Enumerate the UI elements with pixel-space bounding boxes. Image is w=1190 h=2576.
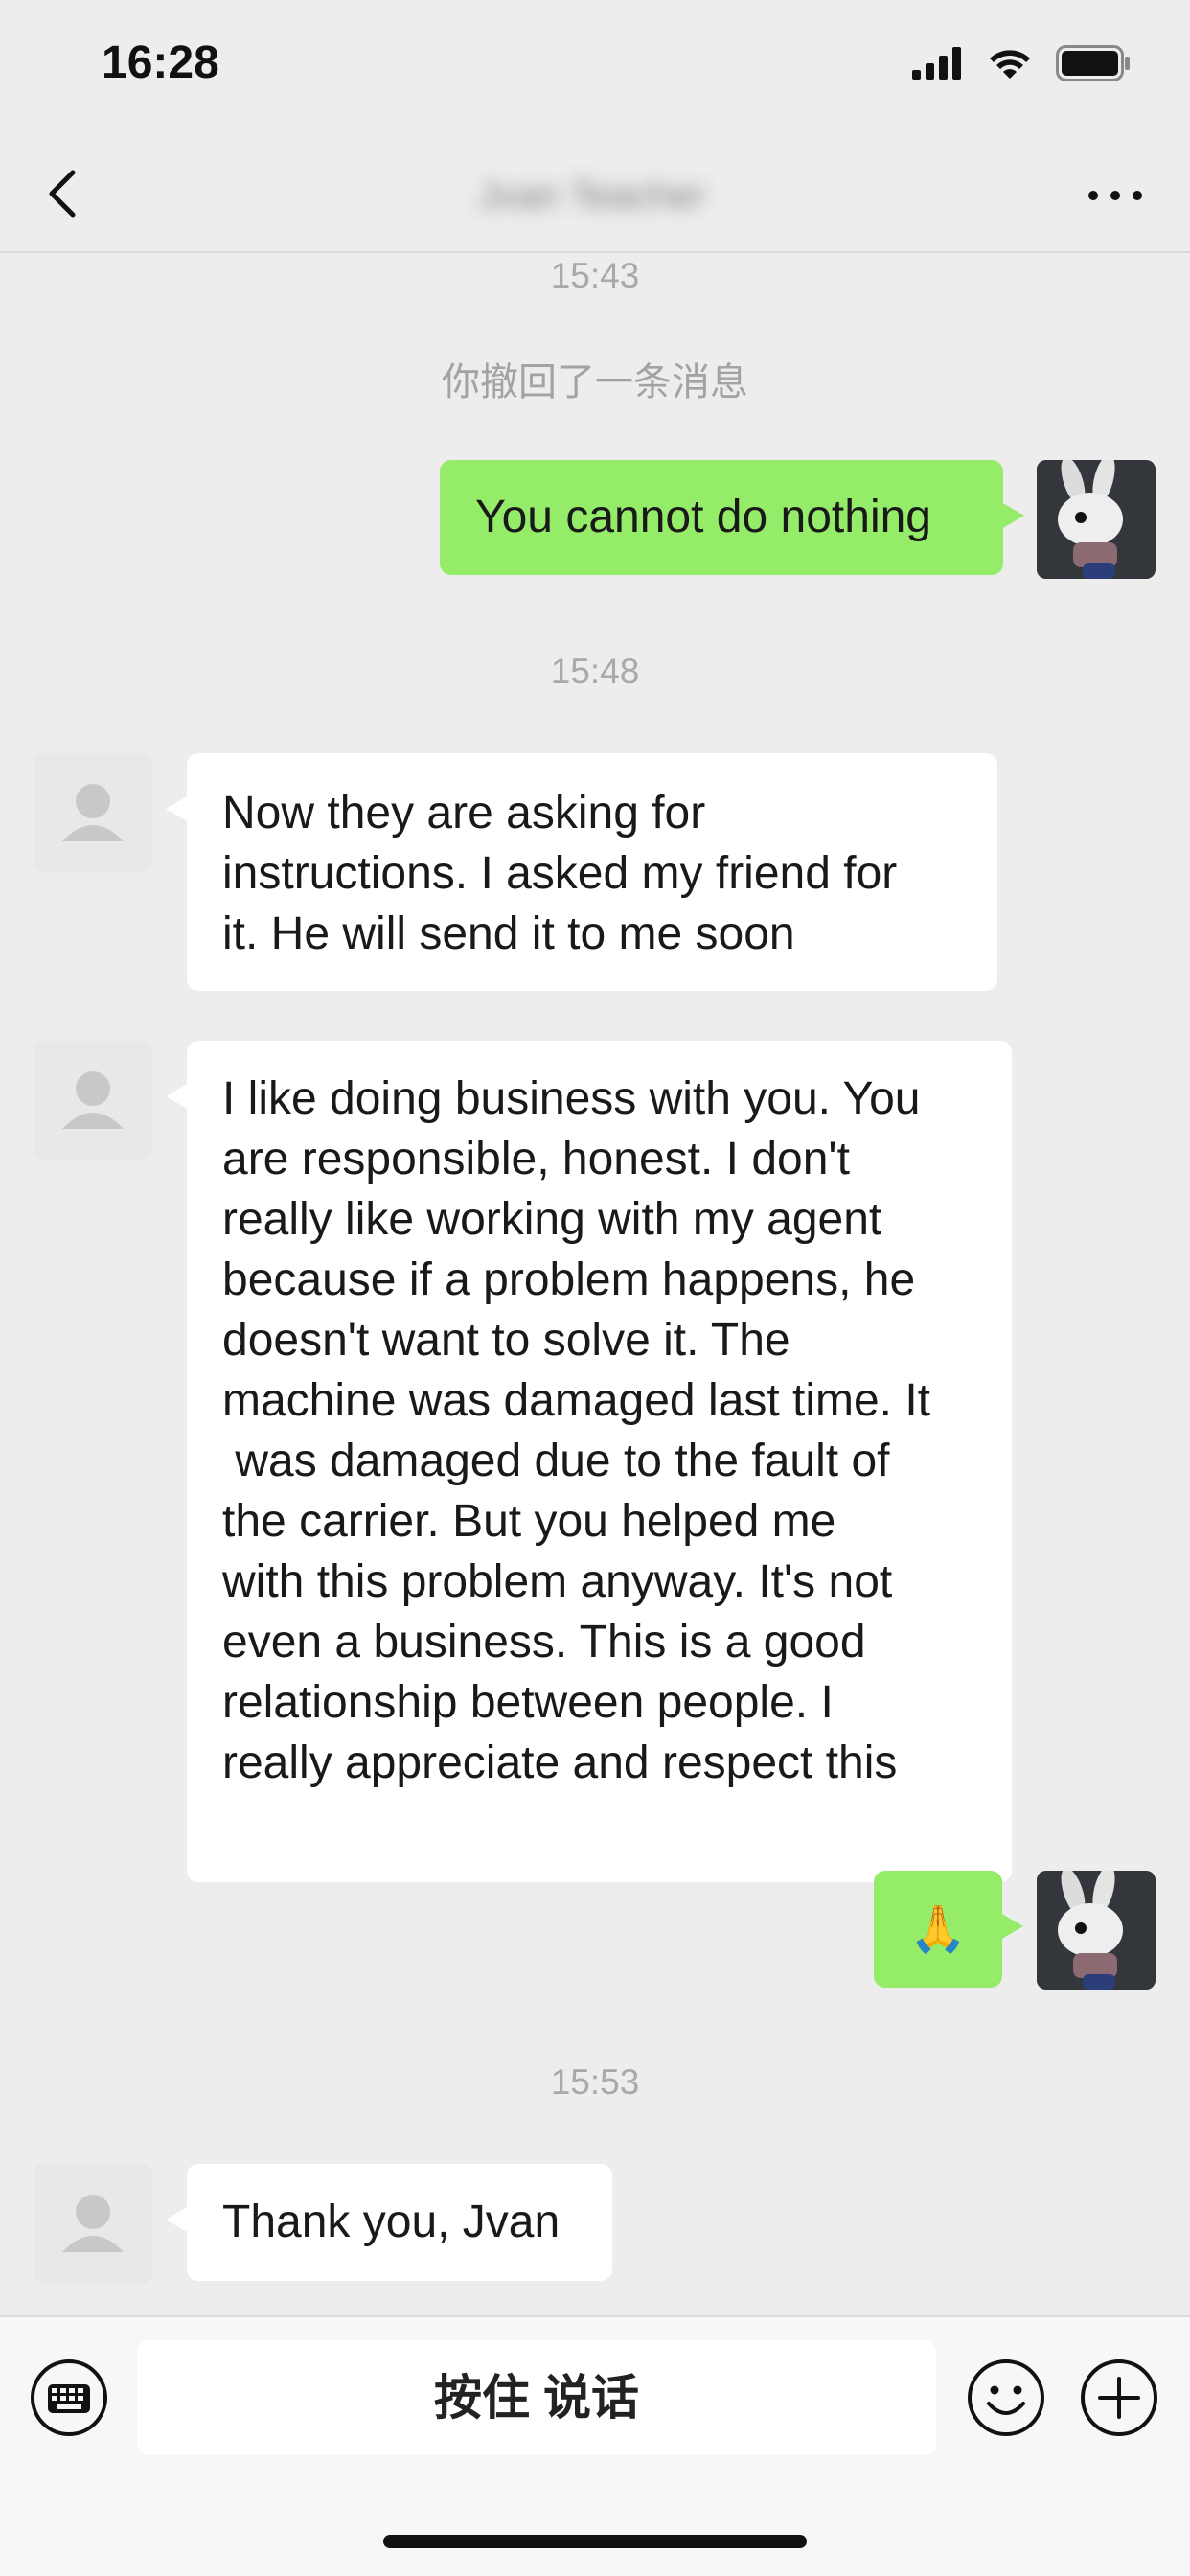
folded-hands-emoji: 🙏 xyxy=(909,1902,967,1956)
message-bubble-received[interactable]: I like doing business with you. You are … xyxy=(166,1041,1012,1882)
default-user-icon xyxy=(34,753,152,872)
emoji-icon xyxy=(968,2359,1044,2436)
message-line: the carrier. But you helped me xyxy=(222,1496,836,1547)
message-line: I like doing business with you. You xyxy=(222,1073,921,1124)
emoji-button[interactable] xyxy=(966,2358,1046,2438)
message-line: machine was damaged last time. It xyxy=(222,1375,931,1426)
message-bubble-sent[interactable]: 🙏 xyxy=(874,1871,1023,1988)
avatar-self[interactable] xyxy=(1037,1871,1156,1990)
chat-area[interactable]: 15:43 你撤回了一条消息 You cannot do nothing 15:… xyxy=(0,253,1190,2315)
avatar-contact[interactable] xyxy=(34,2164,152,2283)
message-bubble-received[interactable]: Now they are asking for instructions. I … xyxy=(166,753,997,991)
chevron-left-icon xyxy=(49,170,76,218)
avatar-contact[interactable] xyxy=(34,1041,152,1160)
message-line: doesn't want to solve it. The xyxy=(222,1315,790,1366)
add-button[interactable] xyxy=(1079,2358,1159,2438)
home-indicator xyxy=(383,2535,807,2548)
message-text: You cannot do nothing xyxy=(475,492,931,542)
signal-icon xyxy=(912,47,961,80)
message-line: instructions. I asked my friend for xyxy=(222,848,898,899)
default-user-icon xyxy=(34,2164,152,2283)
keyboard-toggle-button[interactable] xyxy=(29,2358,109,2438)
status-icons xyxy=(912,42,1131,84)
message-line: was damaged due to the fault of xyxy=(222,1436,890,1486)
message-line: relationship between people. I xyxy=(222,1677,834,1728)
more-dots-icon xyxy=(1088,191,1142,200)
message-bubble-sent[interactable]: You cannot do nothing xyxy=(440,460,1024,575)
message-line: really like working with my agent xyxy=(222,1194,882,1245)
message-line: are responsible, honest. I don't xyxy=(222,1134,850,1184)
timestamp: 15:48 xyxy=(550,652,640,691)
timestamp: 15:43 xyxy=(550,256,640,295)
plus-icon xyxy=(1081,2359,1157,2436)
default-user-icon xyxy=(34,1041,152,1160)
message-bubble-received[interactable]: Thank you, Jvan xyxy=(166,2164,612,2281)
recalled-message-notice: 你撤回了一条消息 xyxy=(442,361,748,403)
message-line: Now they are asking for xyxy=(222,788,706,839)
nav-bar: Jvan Teacher xyxy=(0,134,1190,253)
message-line: because if a problem happens, he xyxy=(222,1254,916,1305)
hold-to-talk-button[interactable]: 按住 说话 xyxy=(137,2340,936,2455)
back-button[interactable] xyxy=(34,159,92,228)
rabbit-avatar-icon xyxy=(1037,460,1156,579)
rabbit-avatar-icon xyxy=(1037,1871,1156,1990)
avatar-self[interactable] xyxy=(1037,460,1156,579)
wifi-icon xyxy=(990,50,1030,79)
message-text: Thank you, Jvan xyxy=(222,2196,561,2247)
keyboard-icon xyxy=(31,2359,107,2436)
message-line: even a business. This is a good xyxy=(222,1617,866,1668)
message-line: with this problem anyway. It's not xyxy=(222,1556,893,1607)
avatar-contact[interactable] xyxy=(34,753,152,872)
battery-icon xyxy=(1056,45,1130,81)
status-time: 16:28 xyxy=(102,37,219,88)
message-line: it. He will send it to me soon xyxy=(222,908,795,959)
chat-title: Jvan Teacher xyxy=(478,174,706,217)
status-bar: 16:28 xyxy=(0,0,1190,134)
more-button[interactable] xyxy=(1077,176,1154,215)
message-line: really appreciate and respect this xyxy=(222,1737,898,1788)
timestamp: 15:53 xyxy=(550,2062,640,2102)
